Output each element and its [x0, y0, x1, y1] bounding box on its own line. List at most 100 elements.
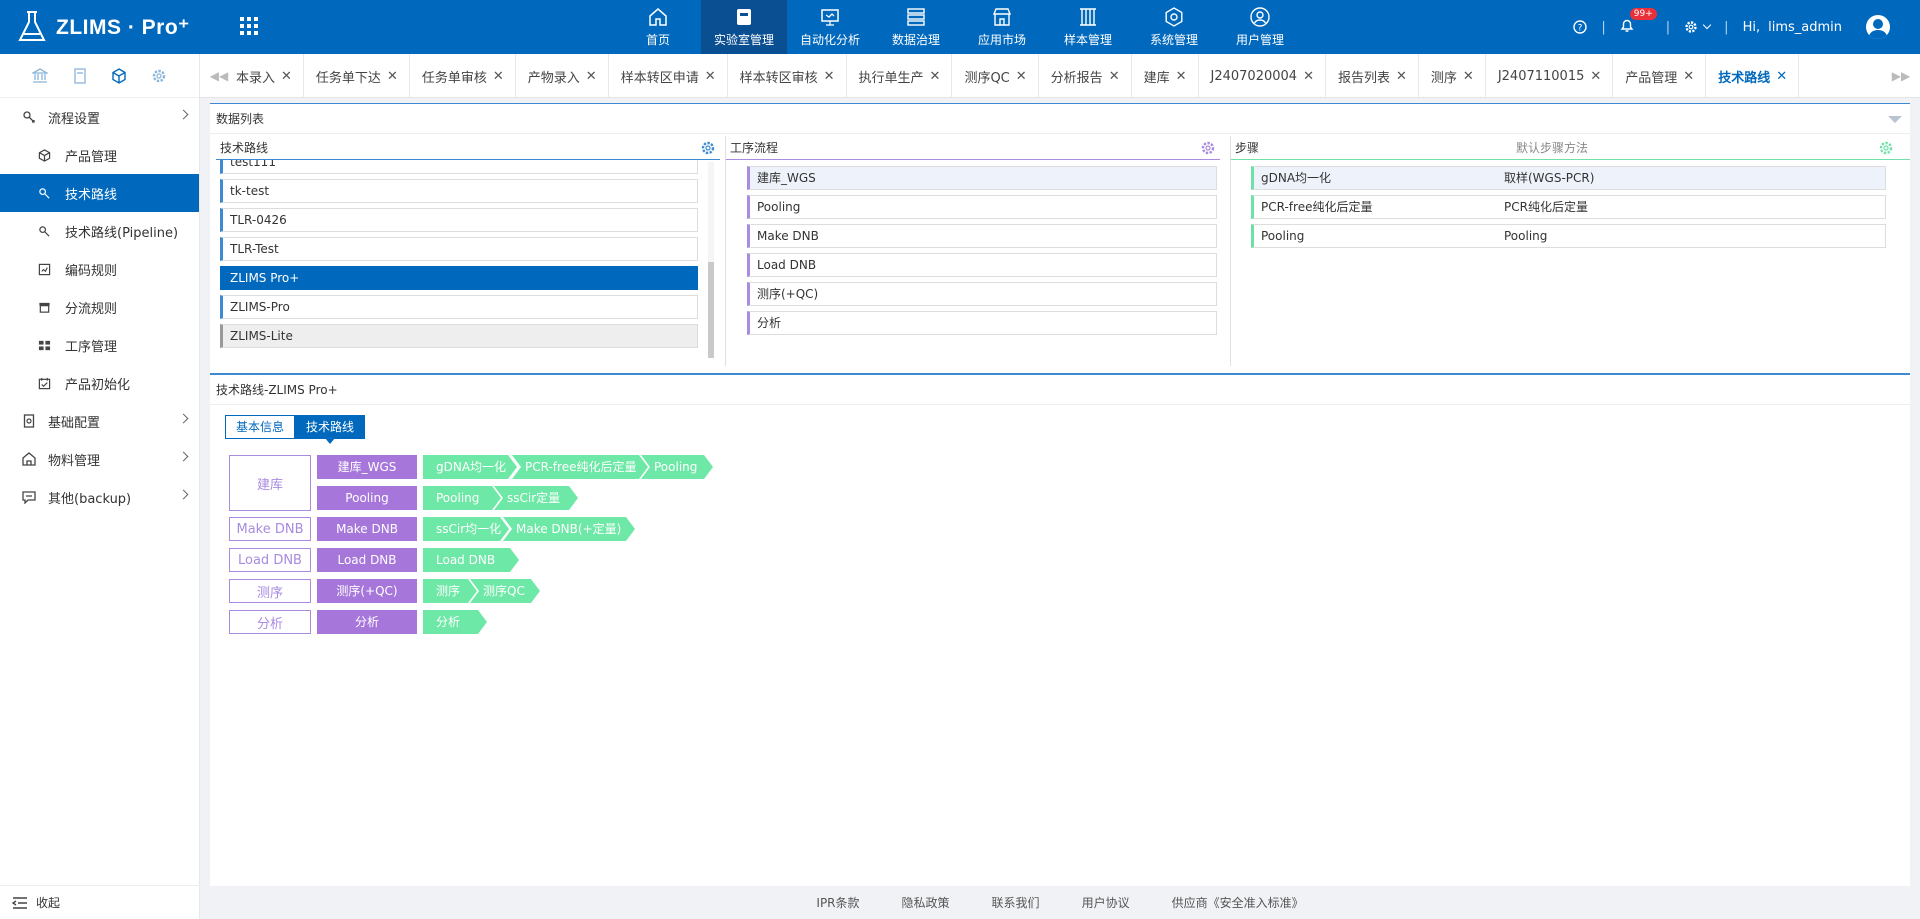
bank-icon[interactable]	[31, 67, 49, 85]
avatar[interactable]	[1866, 15, 1890, 39]
close-icon[interactable]: ✕	[1176, 69, 1187, 84]
nav-user-management[interactable]: 用户管理	[1217, 0, 1303, 54]
list-item[interactable]: 建库_WGS	[747, 166, 1217, 190]
footer-link-agreement[interactable]: 用户协议	[1082, 894, 1130, 911]
username[interactable]: lims_admin	[1768, 20, 1842, 35]
flow-step[interactable]: ssCir定量	[494, 486, 578, 510]
tab-transfer-review[interactable]: 样本转区审核 ✕	[728, 54, 847, 98]
close-icon[interactable]: ✕	[1463, 69, 1474, 84]
close-icon[interactable]: ✕	[493, 69, 504, 84]
flow-process[interactable]: Pooling	[317, 486, 417, 510]
flow-process[interactable]: 测序(+QC)	[317, 579, 417, 603]
sidebar-item-process-management[interactable]: 工序管理	[0, 326, 199, 364]
gear-icon[interactable]	[1878, 140, 1894, 156]
tab-prev-icon[interactable]: ◀◀	[206, 54, 232, 98]
list-item[interactable]: Load DNB	[747, 253, 1217, 277]
footer-link-contact[interactable]: 联系我们	[992, 894, 1040, 911]
list-item[interactable]: 测序(+QC)	[747, 282, 1217, 306]
sidebar-item-split-rules[interactable]: 分流规则	[0, 288, 199, 326]
flow-step[interactable]: 分析	[423, 610, 487, 634]
flow-step[interactable]: Load DNB	[423, 548, 519, 572]
list-item[interactable]: test111	[220, 160, 698, 174]
tab-task-review[interactable]: 任务单审核 ✕	[410, 54, 516, 98]
sidebar-group-basic-config[interactable]: 基础配置	[0, 402, 199, 440]
list-item[interactable]: 分析	[747, 311, 1217, 335]
close-icon[interactable]: ✕	[586, 69, 597, 84]
close-icon[interactable]: ✕	[1396, 69, 1407, 84]
list-item[interactable]: TLR-Test	[220, 237, 698, 261]
list-item[interactable]: Pooling	[747, 195, 1217, 219]
list-item[interactable]: tk-test	[220, 179, 698, 203]
apps-grid-icon[interactable]	[240, 17, 258, 35]
tab-sequencing[interactable]: 测序 ✕	[1419, 54, 1486, 98]
tab-task-issue[interactable]: 任务单下达 ✕	[304, 54, 410, 98]
tab-j2407020004[interactable]: J2407020004 ✕	[1199, 54, 1326, 98]
close-icon[interactable]: ✕	[930, 69, 941, 84]
list-item[interactable]: Pooling Pooling	[1251, 224, 1886, 248]
nav-automation[interactable]: 自动化分析	[787, 0, 873, 54]
list-item[interactable]: TLR-0426	[220, 208, 698, 232]
sidebar-item-code-rules[interactable]: 编码规则	[0, 250, 199, 288]
flow-step[interactable]: 测序QC	[470, 579, 540, 603]
logo[interactable]: ZLIMS · Pro⁺	[16, 10, 190, 44]
close-icon[interactable]: ✕	[1016, 69, 1027, 84]
flow-step[interactable]: ssCir均一化	[423, 517, 509, 541]
close-icon[interactable]: ✕	[1303, 69, 1314, 84]
gear-icon[interactable]	[1200, 140, 1216, 156]
settings-dropdown[interactable]	[1684, 20, 1712, 34]
tab-product-entry[interactable]: 产物录入 ✕	[516, 54, 609, 98]
sidebar-group-other[interactable]: 其他(backup)	[0, 478, 199, 516]
close-icon[interactable]: ✕	[1590, 69, 1601, 84]
gear-icon[interactable]	[700, 140, 716, 156]
footer-link-privacy[interactable]: 隐私政策	[902, 894, 950, 911]
tab-library-build[interactable]: 建库 ✕	[1132, 54, 1199, 98]
subtab-basic-info[interactable]: 基本信息	[225, 415, 296, 439]
close-icon[interactable]: ✕	[705, 69, 716, 84]
list-item-selected[interactable]: ZLIMS Pro+	[220, 266, 698, 290]
close-icon[interactable]: ✕	[387, 69, 398, 84]
nav-home[interactable]: 首页	[615, 0, 701, 54]
collapse-triangle-icon[interactable]	[1888, 116, 1902, 123]
subtab-tech-route[interactable]: 技术路线	[295, 415, 366, 444]
list-item[interactable]: Make DNB	[747, 224, 1217, 248]
sidebar-collapse-button[interactable]: 收起	[0, 885, 200, 919]
tab-transfer-request[interactable]: 样本转区申请 ✕	[609, 54, 728, 98]
flow-process[interactable]: Make DNB	[317, 517, 417, 541]
nav-system-management[interactable]: 系统管理	[1131, 0, 1217, 54]
flow-step[interactable]: Pooling	[641, 455, 713, 479]
nav-sample-management[interactable]: 样本管理	[1045, 0, 1131, 54]
flow-step[interactable]: 测序	[423, 579, 477, 603]
tab-analysis-report[interactable]: 分析报告 ✕	[1039, 54, 1132, 98]
nav-app-market[interactable]: 应用市场	[959, 0, 1045, 54]
tab-sequencing-qc[interactable]: 测序QC ✕	[952, 54, 1039, 98]
tab-report-list[interactable]: 报告列表 ✕	[1326, 54, 1419, 98]
list-item[interactable]: ZLIMS-Pro	[220, 295, 698, 319]
sidebar-group-material[interactable]: 物料管理	[0, 440, 199, 478]
tab-j2407110015[interactable]: J2407110015 ✕	[1486, 54, 1614, 98]
close-icon[interactable]: ✕	[1683, 69, 1694, 84]
nav-data-governance[interactable]: 数据治理	[873, 0, 959, 54]
document-icon[interactable]	[71, 67, 89, 85]
close-icon[interactable]: ✕	[281, 69, 292, 84]
sidebar-item-product-init[interactable]: 产品初始化	[0, 364, 199, 402]
tab-tech-route[interactable]: 技术路线 ✕	[1706, 54, 1800, 98]
footer-link-supplier[interactable]: 供应商《安全准入标准》	[1172, 894, 1304, 911]
close-icon[interactable]: ✕	[824, 69, 835, 84]
flow-process[interactable]: 建库_WGS	[317, 455, 417, 479]
list-item[interactable]: ZLIMS-Lite	[220, 324, 698, 348]
list-item[interactable]: PCR-free纯化后定量 PCR纯化后定量	[1251, 195, 1886, 219]
sidebar-group-flow-settings[interactable]: 流程设置	[0, 98, 199, 136]
flow-process[interactable]: 分析	[317, 610, 417, 634]
help-icon[interactable]: ?	[1573, 20, 1588, 34]
close-icon[interactable]: ✕	[1109, 69, 1120, 84]
flow-step[interactable]: Make DNB(+定量)	[503, 517, 635, 541]
notifications[interactable]: 99+	[1620, 7, 1657, 37]
sidebar-item-tech-route-pipeline[interactable]: 技术路线(Pipeline)	[0, 212, 199, 250]
flow-process[interactable]: Load DNB	[317, 548, 417, 572]
tab-product-management[interactable]: 产品管理 ✕	[1613, 54, 1707, 98]
flow-step[interactable]: PCR-free纯化后定量	[512, 455, 648, 479]
close-icon[interactable]: ✕	[1776, 69, 1787, 84]
scrollbar[interactable]	[708, 162, 714, 358]
sidebar-item-tech-route[interactable]: 技术路线	[0, 174, 199, 212]
flow-step[interactable]: Pooling	[423, 486, 501, 510]
